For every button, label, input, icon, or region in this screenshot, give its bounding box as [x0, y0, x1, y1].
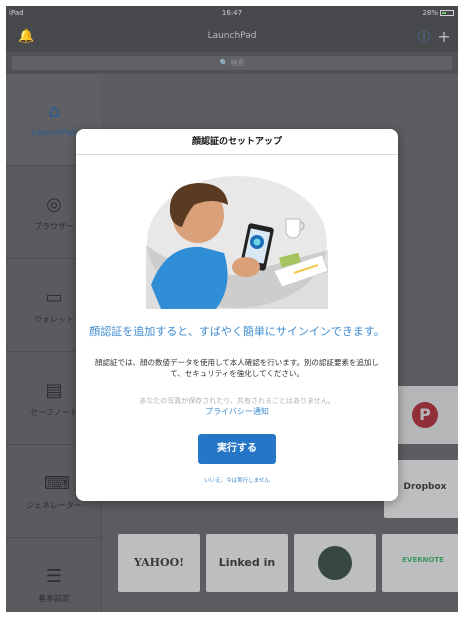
search-input[interactable]: 🔍 検索 — [12, 56, 452, 70]
note-icon: ▤ — [45, 380, 63, 401]
nav-bar: 🔔 LaunchPad ⓘ + — [6, 20, 458, 52]
face-auth-illustration — [146, 176, 328, 309]
generator-icon: ⌨ — [44, 473, 70, 494]
clock: 16:47 — [221, 9, 243, 17]
sidebar-item-label: 基本設定 — [38, 594, 70, 603]
tile-label: EVERNOTE — [402, 556, 444, 564]
add-icon[interactable]: + — [436, 29, 452, 45]
face-auth-setup-dialog: 顔認証のセットアップ 顔認証を追加すると、すばやく簡単にサインインできます。 顔… — [76, 129, 398, 501]
wallet-icon: ▭ — [45, 287, 63, 308]
nav-title: LaunchPad — [207, 31, 257, 41]
tile-label: Linked in — [218, 556, 276, 569]
search-bar: 🔍 検索 — [6, 52, 458, 74]
tile-label: YAHOO! — [133, 556, 185, 569]
sidebar-item-settings[interactable]: ☰ 基本設定 — [6, 539, 102, 612]
sidebar-item-label: ジェネレーター — [26, 501, 82, 510]
dialog-headline: 顔認証を追加すると、すばやく簡単にサインインできます。 — [89, 325, 385, 338]
photo-privacy-note: あなたの写真が保存されたり、共有されることはありません。 — [139, 397, 335, 405]
dialog-title: 顔認証のセットアップ — [76, 129, 398, 155]
globe-icon: ◎ — [46, 194, 62, 215]
yahoo-tile[interactable]: YAHOO! — [118, 534, 200, 592]
battery-icon — [440, 10, 454, 16]
search-placeholder: 検索 — [230, 59, 245, 67]
status-bar: iPad 16:47 28% — [6, 6, 458, 20]
launchpad-icon: ⌂ — [48, 101, 60, 122]
starbucks-tile[interactable] — [294, 534, 376, 592]
privacy-notice-link[interactable]: プライバシー通知 — [76, 406, 398, 417]
battery-label: 28% — [422, 9, 438, 17]
run-button[interactable]: 実行する — [198, 434, 276, 464]
dialog-description: 顔認証では、顔の数値データを使用して本人確認を行います。別の認証要素を追加して、… — [94, 358, 380, 378]
battery-indicator: 28% — [422, 9, 454, 17]
evernote-tile[interactable]: EVERNOTE — [382, 534, 458, 592]
pinterest-logo-icon: P — [412, 402, 438, 428]
linkedin-tile[interactable]: Linked in — [206, 534, 288, 592]
info-icon[interactable]: ⓘ — [416, 29, 432, 45]
starbucks-logo-icon — [318, 546, 352, 580]
settings-sliders-icon: ☰ — [45, 566, 63, 587]
not-now-link[interactable]: いいえ、今は実行しません — [76, 476, 398, 484]
